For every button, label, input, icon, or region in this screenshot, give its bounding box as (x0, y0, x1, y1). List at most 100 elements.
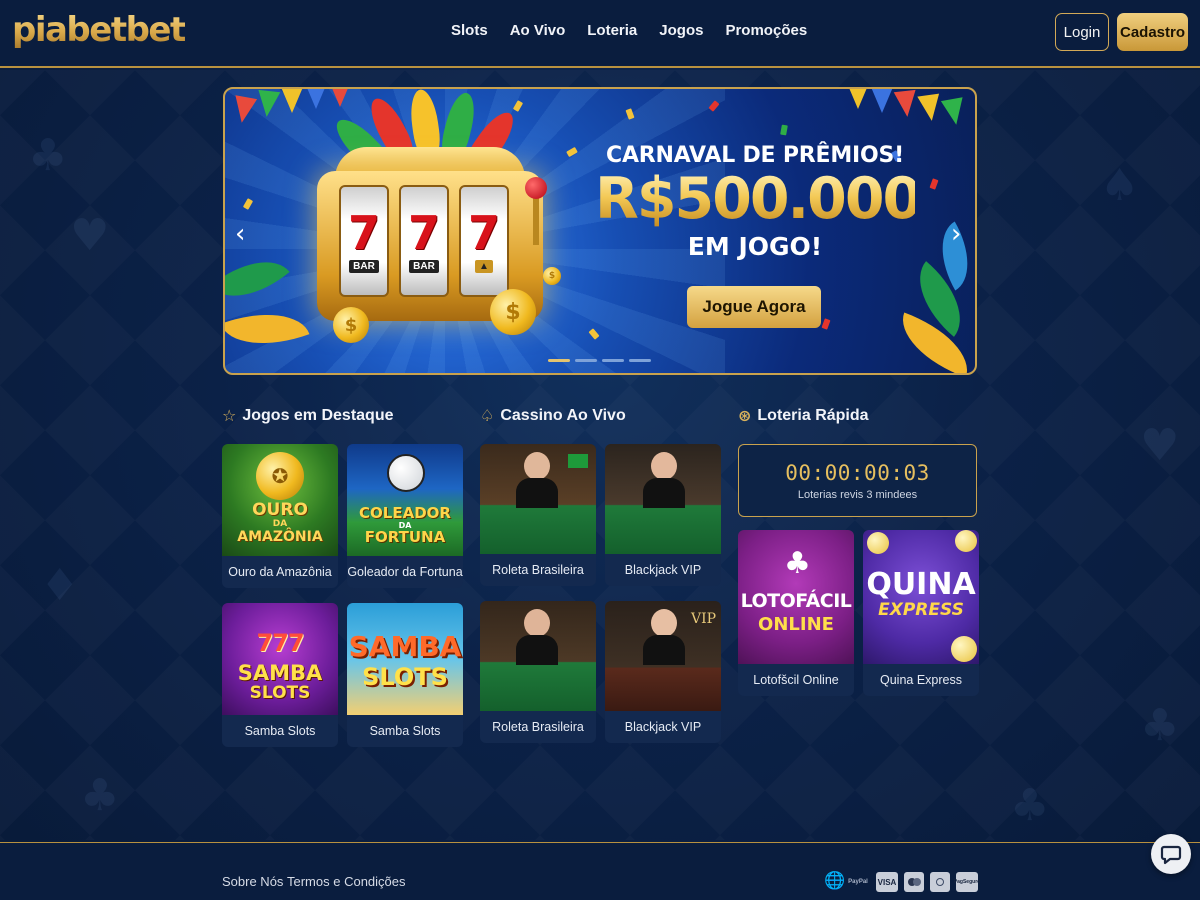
brand-logo[interactable]: piabetbet (12, 10, 186, 50)
game-thumbnail: SAMBA SLOTS (347, 603, 463, 715)
chevron-right-icon[interactable]: › (951, 219, 961, 249)
dealer-avatar (651, 452, 677, 480)
footer-link-about[interactable]: Sobre Nós (222, 874, 283, 889)
lottery-card-lotofacil[interactable]: ♣ LOTOFÁCIL ONLINE Lotofšcil Online (738, 530, 854, 696)
nav-loteria[interactable]: Loteria (587, 22, 637, 39)
chat-bubble-icon (1160, 845, 1182, 865)
lottery-ball-icon (951, 636, 977, 662)
game-thumbnail (480, 601, 596, 711)
game-thumbnail: ✪ OURO DA AMAZÔNIA (222, 444, 338, 556)
lottery-ball-icon: ⊛ (738, 406, 752, 425)
play-now-button[interactable]: Jogue Agora (687, 286, 821, 328)
dealer-avatar (651, 609, 677, 637)
game-thumbnail: COLEADOR DA FORTUNA (347, 444, 463, 556)
carousel-dot[interactable] (548, 359, 570, 362)
mastercard-logo (904, 872, 924, 892)
section-title-text: Loteria Rápida (757, 406, 869, 424)
coin-icon: $ (543, 267, 561, 285)
diamond-suit-decoration: ♦ (40, 560, 80, 611)
game-title: Blackjack VIP (624, 563, 702, 577)
footer-link-terms[interactable]: Termos e Condições (287, 874, 406, 889)
game-thumbnail: ♣ LOTOFÁCIL ONLINE (738, 530, 854, 664)
game-title: Lotofšcil Online (753, 673, 839, 687)
confetti (821, 318, 831, 330)
bunting-flag (917, 93, 943, 123)
dealer-avatar (524, 609, 550, 637)
bunting-flag (940, 97, 968, 127)
carousel-dot[interactable] (602, 359, 624, 362)
nav-jogos[interactable]: Jogos (659, 22, 703, 39)
game-title: Roleta Brasileira (492, 720, 584, 734)
chat-support-button[interactable] (1151, 834, 1191, 874)
club-suit-decoration: ♣ (80, 770, 120, 821)
dealer-avatar (524, 452, 550, 480)
pix-logo (930, 872, 950, 892)
coin-icon: $ (490, 289, 536, 335)
game-thumbnail: 777 SAMBA SLOTS (222, 603, 338, 715)
game-card-samba-slots[interactable]: 777 SAMBA SLOTS Samba Slots (222, 603, 338, 747)
lottery-card-quina-express[interactable]: QUINA EXPRESS Quina Express (863, 530, 979, 696)
slot-lever-ball (525, 177, 547, 199)
game-card-samba-slots-2[interactable]: SAMBA SLOTS Samba Slots (347, 603, 463, 747)
soccer-ball-icon (387, 454, 425, 492)
star-icon: ☆ (222, 406, 237, 425)
bunting-flag (230, 95, 258, 125)
dealer-body (643, 478, 685, 508)
lottery-ball-icon (867, 532, 889, 554)
bunting-flag (893, 89, 919, 119)
visa-logo: VISA (876, 872, 898, 892)
bunting-flag (329, 89, 351, 107)
game-card-ouro-da-amazonia[interactable]: ✪ OURO DA AMAZÔNIA Ouro da Amazônia (222, 444, 338, 588)
game-art-text: SAMBA (237, 661, 323, 685)
coin-icon: ✪ (256, 452, 304, 500)
pagseguro-logo: PagSeguro (954, 872, 980, 892)
live-card-blackjack-vip[interactable]: Blackjack VIP (605, 444, 721, 586)
globe-icon[interactable]: 🌐 (824, 871, 845, 891)
hero-banner[interactable]: 7 BAR 7 BAR 7 ▲ $ $ $ CARNAVAL DE PRÊMIOS! … (223, 87, 977, 375)
spade-suit-decoration: ♠ (1100, 160, 1140, 211)
game-art-text: FORTUNA (364, 528, 446, 546)
nav-promocoes[interactable]: Promoções (725, 22, 807, 39)
game-title: Goleador da Fortuna (347, 565, 463, 579)
login-button[interactable]: Login (1055, 13, 1109, 51)
game-art-text: SLOTS (249, 683, 311, 703)
live-card-blackjack-vip-2[interactable]: VIP Blackjack VIP (605, 601, 721, 743)
spade-icon: ♤ (480, 406, 495, 425)
dealer-body (516, 478, 558, 508)
slot-reel: 7 ▲ (459, 185, 509, 297)
game-title: Ouro da Amazônia (228, 565, 332, 579)
clover-icon: ♣ (784, 546, 811, 581)
live-card-roleta-brasileira-2[interactable]: Roleta Brasileira (480, 601, 596, 743)
chevron-left-icon[interactable]: ‹ (235, 219, 245, 249)
live-card-roleta-brasileira[interactable]: Roleta Brasileira (480, 444, 596, 586)
lottery-countdown: 00:00:00:03 Loterias revis 3 mindees (738, 444, 977, 517)
game-art-text: AMAZÔNIA (237, 529, 323, 545)
game-card-goleador-da-fortuna[interactable]: COLEADOR DA FORTUNA Goleador da Fortuna (347, 444, 463, 588)
countdown-caption: Loterias revis 3 mindees (797, 489, 918, 501)
game-art-text: SAMBA (348, 630, 462, 663)
carousel-dot[interactable] (629, 359, 651, 362)
game-art-text: LOTOFÁCIL (740, 590, 852, 612)
game-art-text: ONLINE (758, 614, 834, 635)
nav-ao-vivo[interactable]: Ao Vivo (510, 22, 566, 39)
club-suit-decoration: ♣ (1010, 780, 1050, 831)
game-title: Samba Slots (244, 724, 316, 738)
nav-slots[interactable]: Slots (451, 22, 488, 39)
game-thumbnail: VIP (605, 601, 721, 711)
bunting-flag (305, 89, 327, 109)
countdown-value: 00:00:00:03 (785, 461, 930, 485)
main-nav: Slots Ao Vivo Loteria Jogos Promoções (451, 22, 829, 39)
game-art-text: COLEADOR (359, 504, 451, 522)
bunting-flag (255, 89, 281, 119)
lottery-ball-icon (955, 530, 977, 552)
signup-button[interactable]: Cadastro (1117, 13, 1188, 51)
game-art-text: DA (272, 519, 288, 529)
dealer-body (516, 635, 558, 665)
club-suit-decoration: ♣ (1140, 700, 1180, 751)
game-thumbnail (605, 444, 721, 554)
game-art-text: QUINA (866, 567, 976, 602)
carousel-dot[interactable] (575, 359, 597, 362)
dealer-body (643, 635, 685, 665)
game-thumbnail: QUINA EXPRESS (863, 530, 979, 664)
leaf-decoration (890, 312, 975, 373)
